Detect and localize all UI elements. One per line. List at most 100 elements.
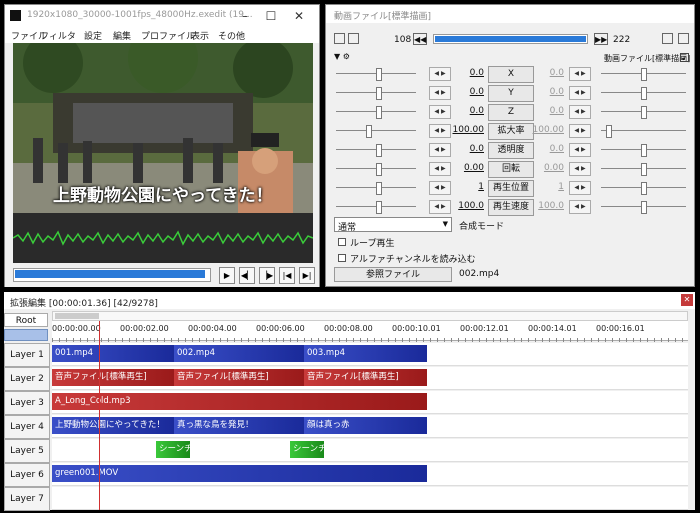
property-button[interactable]: 回転: [488, 161, 534, 178]
timeline-clip[interactable]: 001.mp4: [52, 345, 174, 362]
timeline-clip[interactable]: A_Long_Cold.mp3: [52, 393, 427, 410]
layer-lane[interactable]: A_Long_Cold.mp3: [52, 391, 688, 414]
timeline-clip[interactable]: 上野動物公園にやってきた！: [52, 417, 174, 434]
right-stepper[interactable]: ◀ ▶: [569, 105, 591, 119]
property-left-value[interactable]: 1: [452, 182, 484, 192]
right-stepper[interactable]: ◀ ▶: [569, 124, 591, 138]
layer-label[interactable]: Layer 2: [4, 367, 50, 391]
close-icon[interactable]: ✕: [681, 294, 693, 306]
property-left-value[interactable]: 100.0: [452, 201, 484, 211]
close-icon[interactable]: ✕: [289, 8, 309, 24]
left-slider-knob[interactable]: [376, 87, 382, 100]
timeline-clip[interactable]: 顔は真っ赤: [304, 417, 427, 434]
timeline-clip[interactable]: 音声ファイル[標準再生]: [52, 369, 174, 386]
blend-mode-select[interactable]: 通常 ▼: [334, 217, 452, 233]
left-slider-knob[interactable]: [376, 106, 382, 119]
right-slider[interactable]: [601, 87, 686, 100]
property-left-value[interactable]: 0.0: [452, 106, 484, 116]
step-forward-icon[interactable]: ▶▶: [594, 33, 608, 45]
timeline-clip[interactable]: green001.MOV: [52, 465, 427, 482]
right-slider-knob[interactable]: [641, 87, 647, 100]
left-stepper[interactable]: ◀ ▶: [429, 124, 451, 138]
timeline-clip[interactable]: 音声ファイル[標準再生]: [304, 369, 427, 386]
step-back-icon[interactable]: ◀◀: [413, 33, 427, 45]
property-button[interactable]: 透明度: [488, 142, 534, 159]
layer-label[interactable]: Layer 3: [4, 391, 50, 415]
jump-end-icon[interactable]: ▶|: [299, 267, 315, 284]
menu-filter[interactable]: フィルタ: [40, 29, 76, 42]
left-slider[interactable]: [336, 144, 416, 157]
menu-view[interactable]: 表示: [191, 29, 209, 42]
frame-range-bar[interactable]: [433, 34, 588, 44]
left-slider[interactable]: [336, 163, 416, 176]
property-right-value[interactable]: 0.0: [532, 68, 564, 78]
right-slider-knob[interactable]: [641, 163, 647, 176]
menu-other[interactable]: その他: [218, 29, 245, 42]
layer-label[interactable]: Layer 4: [4, 415, 50, 439]
right-slider[interactable]: [601, 201, 686, 214]
right-stepper[interactable]: ◀ ▶: [569, 86, 591, 100]
reset-icon[interactable]: [662, 33, 673, 44]
layer-lane[interactable]: 001.mp4 002.mp4 003.mp4: [52, 343, 688, 366]
right-stepper[interactable]: ◀ ▶: [569, 181, 591, 195]
menu-settings[interactable]: 設定: [84, 29, 102, 42]
top-scrollbar-thumb[interactable]: [55, 313, 99, 319]
right-slider[interactable]: [601, 144, 686, 157]
left-stepper[interactable]: ◀ ▶: [429, 105, 451, 119]
left-stepper[interactable]: ◀ ▶: [429, 181, 451, 195]
property-button[interactable]: 拡大率: [488, 123, 534, 140]
left-slider-knob[interactable]: [376, 144, 382, 157]
layer-label[interactable]: Layer 7: [4, 487, 50, 511]
layer-lane[interactable]: シーンチ シーンチ: [52, 439, 688, 462]
play-icon[interactable]: ▶: [219, 267, 235, 284]
left-slider-knob[interactable]: [376, 182, 382, 195]
right-slider[interactable]: [601, 125, 686, 138]
right-stepper[interactable]: ◀ ▶: [569, 162, 591, 176]
layer-lane[interactable]: [52, 487, 688, 510]
right-slider[interactable]: [601, 68, 686, 81]
timeline-clip[interactable]: シーンチ: [290, 441, 324, 458]
playhead[interactable]: [99, 321, 100, 510]
menu-edit[interactable]: 編集: [113, 29, 131, 42]
property-button[interactable]: Z: [488, 104, 534, 121]
property-right-value[interactable]: 0.0: [532, 87, 564, 97]
right-slider[interactable]: [601, 182, 686, 195]
maximize-icon[interactable]: ☐: [261, 8, 281, 24]
right-slider-knob[interactable]: [606, 125, 612, 138]
layer-lane[interactable]: 上野動物公園にやってきた！ 真っ黒な鳥を発見！ 顔は真っ赤: [52, 415, 688, 438]
property-right-value[interactable]: 100.0: [532, 201, 564, 211]
timeline-clip[interactable]: 003.mp4: [304, 345, 427, 362]
property-button[interactable]: 再生位置: [488, 180, 534, 197]
right-slider[interactable]: [601, 163, 686, 176]
left-slider[interactable]: [336, 68, 416, 81]
timeline-clip[interactable]: 002.mp4: [174, 345, 304, 362]
property-left-value[interactable]: 0.0: [452, 68, 484, 78]
root-button[interactable]: Root: [4, 313, 48, 327]
property-left-value[interactable]: 0.0: [452, 144, 484, 154]
left-stepper[interactable]: ◀ ▶: [429, 200, 451, 214]
timeline-clip[interactable]: シーンチ: [156, 441, 190, 458]
property-right-value[interactable]: 0.0: [532, 106, 564, 116]
profile-checkbox[interactable]: ✓: [680, 53, 689, 63]
property-right-value[interactable]: 1: [532, 182, 564, 192]
property-button[interactable]: X: [488, 66, 534, 83]
layer-lane[interactable]: 音声ファイル[標準再生] 音声ファイル[標準再生] 音声ファイル[標準再生]: [52, 367, 688, 390]
left-slider-knob[interactable]: [376, 68, 382, 81]
left-slider[interactable]: [336, 106, 416, 119]
left-slider[interactable]: [336, 201, 416, 214]
layer-lane[interactable]: green001.MOV: [52, 463, 688, 486]
camera-toggle-icon[interactable]: [334, 33, 345, 44]
left-stepper[interactable]: ◀ ▶: [429, 143, 451, 157]
right-stepper[interactable]: ◀ ▶: [569, 143, 591, 157]
prev-frame-icon[interactable]: ◀▏: [239, 267, 255, 284]
alpha-checkbox[interactable]: [338, 254, 346, 262]
zoom-bar[interactable]: [4, 329, 48, 341]
left-slider[interactable]: [336, 125, 416, 138]
right-slider-knob[interactable]: [641, 201, 647, 214]
right-slider-knob[interactable]: [641, 106, 647, 119]
left-stepper[interactable]: ◀ ▶: [429, 86, 451, 100]
left-slider-knob[interactable]: [366, 125, 372, 138]
seek-bar[interactable]: [13, 268, 211, 282]
add-filter-icon[interactable]: [678, 33, 689, 44]
right-slider-knob[interactable]: [641, 68, 647, 81]
